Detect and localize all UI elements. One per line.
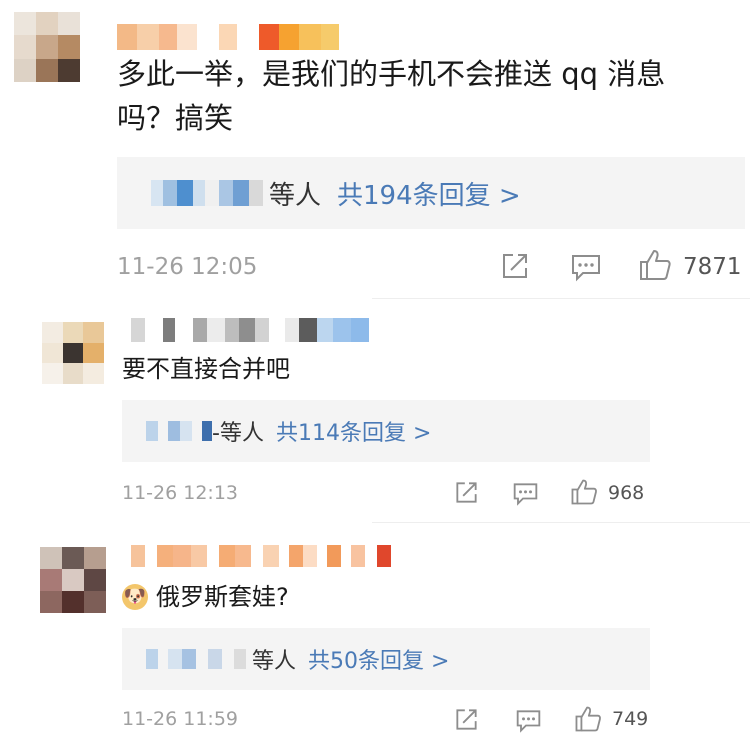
thumbs-up-icon[interactable] (574, 705, 602, 733)
comment-list: 多此一举，是我们的手机不会推送 qq 消息 吗？搞笑 等人 共194条回复 > … (0, 0, 750, 750)
view-replies-link[interactable]: 共50条回复 > (308, 643, 449, 675)
username-pixelated[interactable] (131, 545, 391, 567)
share-icon[interactable] (454, 707, 479, 732)
avatar[interactable] (40, 547, 106, 613)
comment-text: 🐶 俄罗斯套娃? (122, 580, 289, 614)
reply-summary[interactable]: 等人 共50条回复 > (122, 628, 650, 690)
comment-item: 🐶 俄罗斯套娃? 等人 共50条回复 > 11-26 11:59 749 (0, 0, 750, 750)
comment-meta: 11-26 11:59 (122, 704, 650, 734)
dog-emoji-icon: 🐶 (122, 584, 148, 610)
like-count: 749 (612, 708, 649, 730)
comment-text-line: 俄罗斯套娃? (156, 583, 289, 611)
comment-time: 11-26 11:59 (122, 708, 239, 730)
comment-icon[interactable] (515, 708, 542, 733)
reply-usernames-pixelated (146, 649, 246, 669)
reply-names-suffix: 等人 (252, 649, 297, 674)
